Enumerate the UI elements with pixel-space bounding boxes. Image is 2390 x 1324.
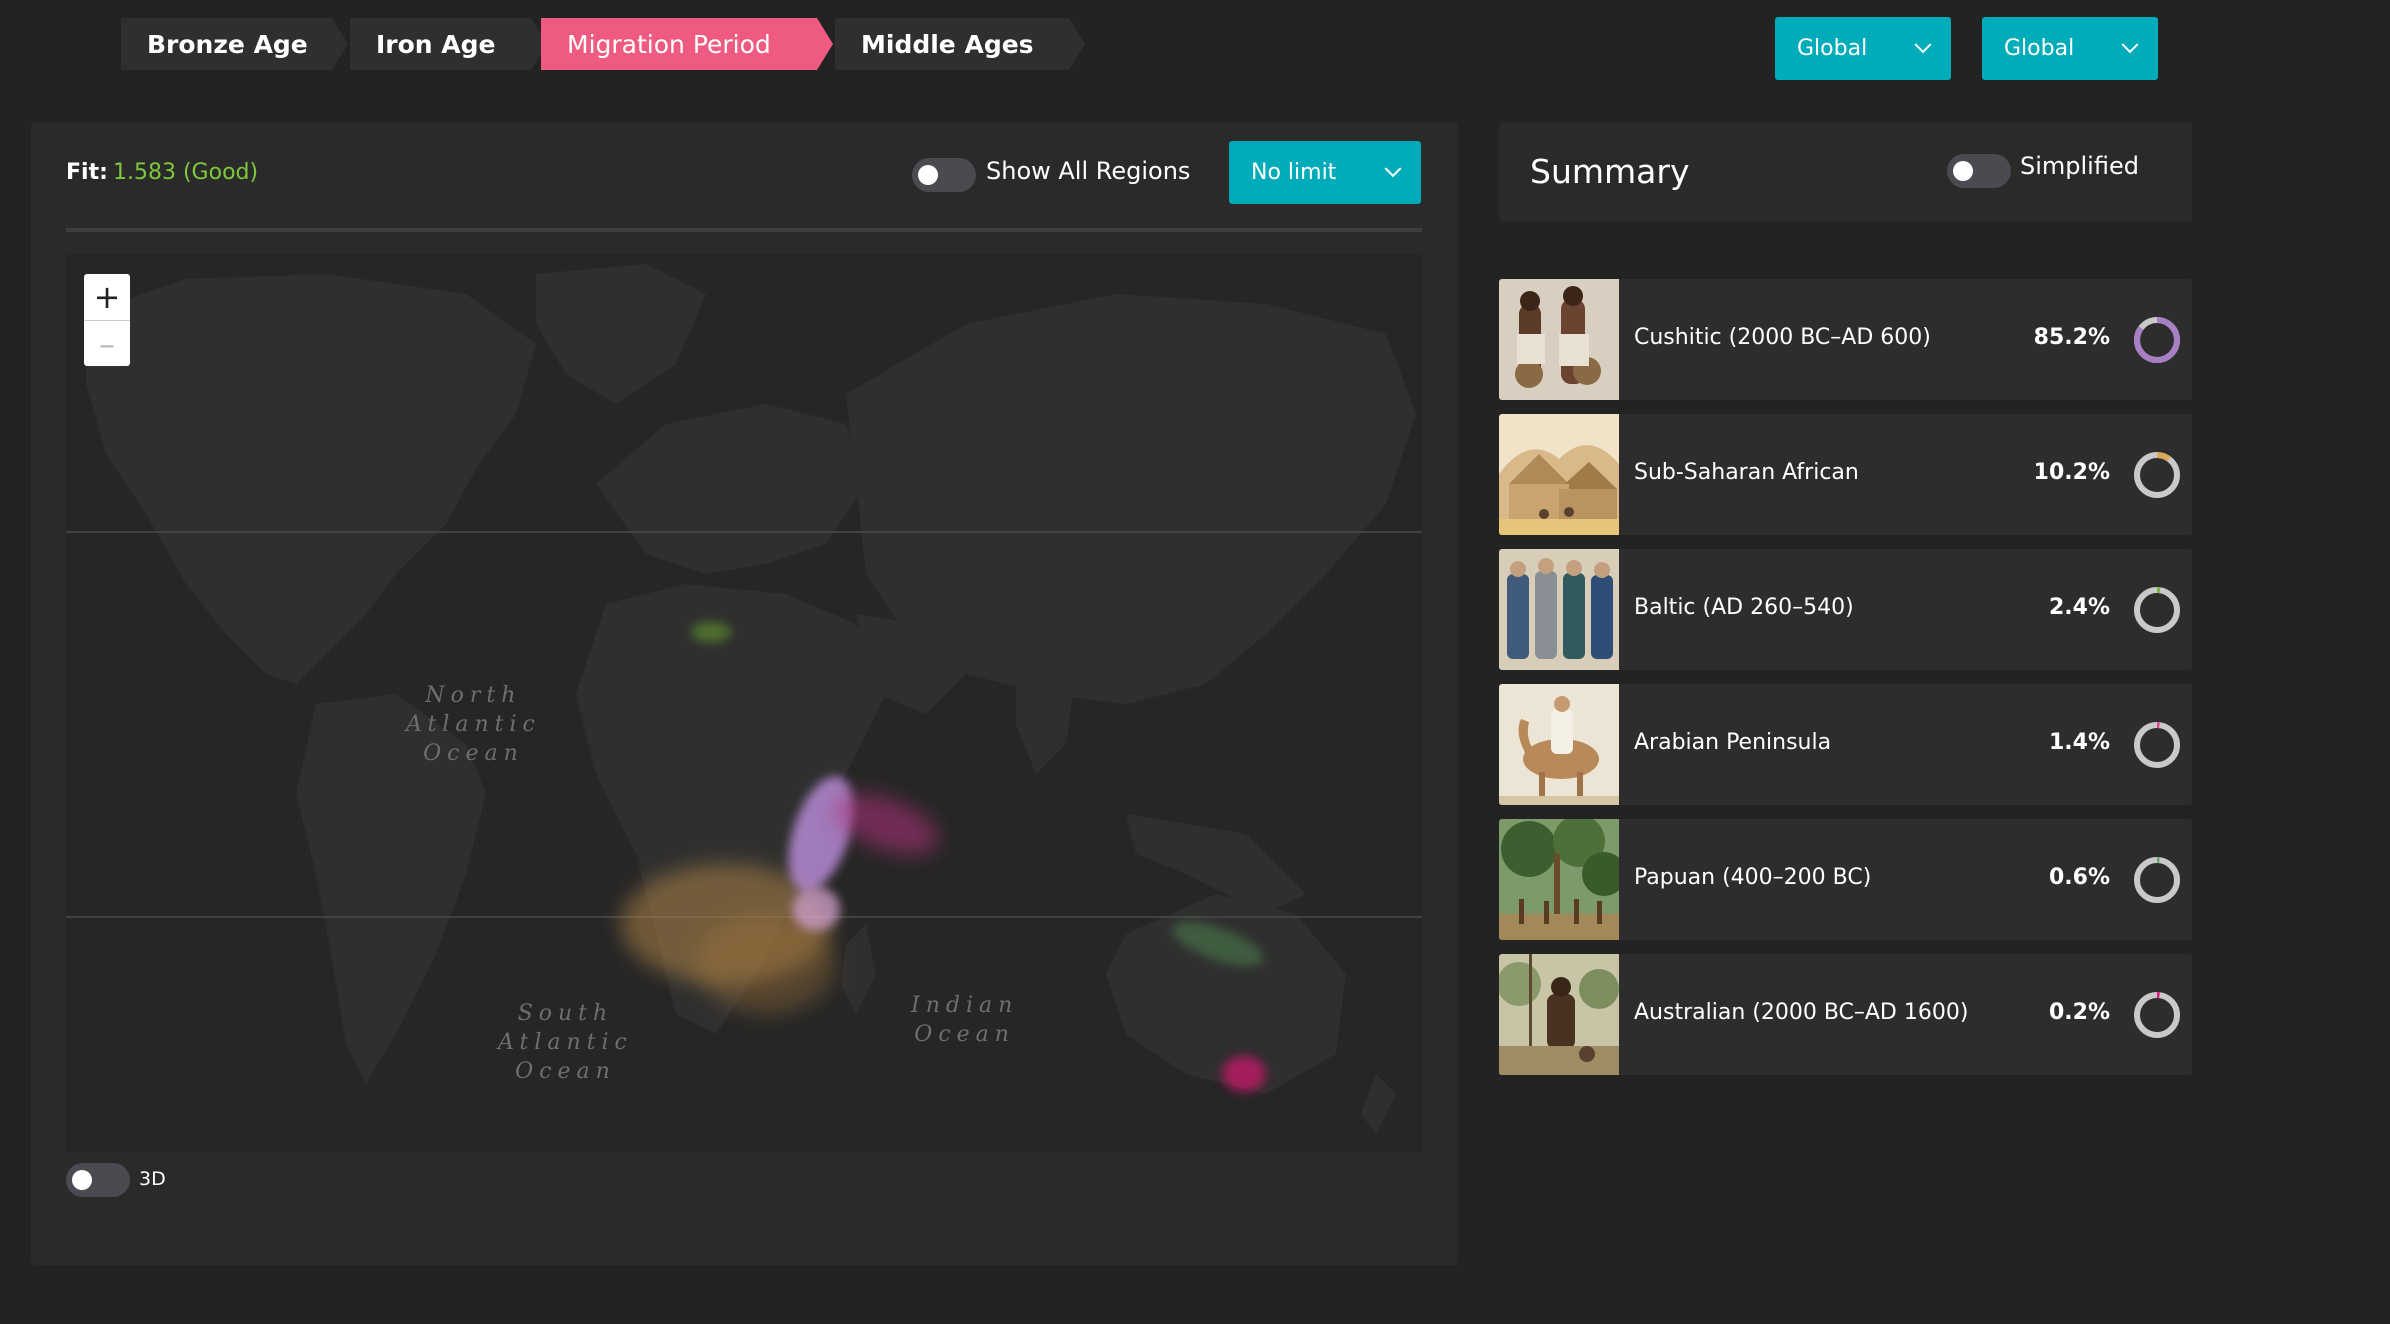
toggle-3d-label: 3D: [139, 1168, 166, 1190]
region-baltic: [691, 622, 731, 642]
tab-bronze-age[interactable]: Bronze Age: [121, 18, 348, 70]
percent-donut: [2134, 722, 2180, 768]
ocean-label-north-atlantic: North Atlantic Ocean: [406, 683, 541, 766]
region-dropdown-right-value: Global: [2004, 36, 2075, 61]
limit-dropdown-value: No limit: [1251, 160, 1337, 185]
ancestry-thumbnail: [1499, 819, 1619, 940]
percent-donut: [2134, 317, 2180, 363]
ancestry-row[interactable]: Arabian Peninsula 1.4%: [1499, 684, 2192, 805]
chevron-down-icon: [1914, 35, 1932, 53]
chevron-down-icon: [1384, 159, 1402, 177]
ancestry-percent: 10.2%: [2033, 460, 2110, 485]
region-cushitic-south: [792, 887, 840, 931]
panel-divider: [66, 228, 1422, 232]
percent-donut: [2134, 992, 2180, 1038]
toggle-knob: [918, 165, 938, 185]
toggle-knob: [1953, 161, 1973, 181]
region-dropdown-right[interactable]: Global: [1982, 17, 2158, 80]
ocean-label-indian: Indian Ocean: [911, 993, 1019, 1047]
ocean-label-south-atlantic: South Atlantic Ocean: [498, 1001, 633, 1084]
fit-value: 1.583 (Good): [113, 160, 259, 185]
region-dropdown-left-value: Global: [1797, 36, 1868, 61]
ancestry-percent: 0.2%: [2048, 1000, 2110, 1025]
percent-donut: [2134, 857, 2180, 903]
tab-migration-period[interactable]: Migration Period: [541, 18, 833, 70]
zoom-out-button[interactable]: –: [84, 320, 130, 366]
map-panel: Fit: 1.583 (Good) Show All Regions No li…: [31, 122, 1458, 1265]
show-all-regions-toggle[interactable]: [912, 158, 976, 192]
ancestry-row[interactable]: Papuan (400–200 BC) 0.6%: [1499, 819, 2192, 940]
ancestry-thumbnail: [1499, 549, 1619, 670]
simplified-toggle[interactable]: [1947, 154, 2011, 188]
ancestry-label: Australian (2000 BC–AD 1600): [1634, 1000, 1969, 1025]
world-map[interactable]: North Atlantic Ocean South Atlantic Ocea…: [66, 254, 1422, 1152]
ancestry-percent: 2.4%: [2048, 595, 2110, 620]
region-dropdown-left[interactable]: Global: [1775, 17, 1951, 80]
ancestry-label: Arabian Peninsula: [1634, 730, 1832, 755]
ancestry-row[interactable]: Australian (2000 BC–AD 1600) 0.2%: [1499, 954, 2192, 1075]
ancestry-thumbnail: [1499, 414, 1619, 535]
ancestry-row[interactable]: Cushitic (2000 BC–AD 600) 85.2%: [1499, 279, 2192, 400]
map-canvas: [66, 264, 1422, 1134]
ancestry-thumbnail: [1499, 954, 1619, 1075]
chevron-down-icon: [2121, 35, 2139, 53]
show-all-regions-label: Show All Regions: [986, 157, 1191, 185]
zoom-control: + –: [84, 274, 130, 366]
simplified-label: Simplified: [2020, 152, 2139, 180]
limit-dropdown[interactable]: No limit: [1229, 141, 1421, 204]
ancestry-thumbnail: [1499, 279, 1619, 400]
fit-label: Fit:: [66, 160, 108, 185]
toggle-3d[interactable]: [66, 1163, 130, 1197]
ancestry-percent: 85.2%: [2033, 325, 2110, 350]
ancestry-list: Cushitic (2000 BC–AD 600) 85.2% Sub-Saha…: [1499, 279, 2192, 1089]
zoom-in-button[interactable]: +: [84, 274, 130, 320]
percent-donut: [2134, 587, 2180, 633]
ancestry-percent: 0.6%: [2048, 865, 2110, 890]
ancestry-row[interactable]: Baltic (AD 260–540) 2.4%: [1499, 549, 2192, 670]
toggle-knob: [72, 1170, 92, 1190]
ancestry-percent: 1.4%: [2048, 730, 2110, 755]
ancestry-label: Sub-Saharan African: [1634, 460, 1859, 485]
percent-donut: [2134, 452, 2180, 498]
ancestry-label: Baltic (AD 260–540): [1634, 595, 1854, 620]
tab-middle-ages[interactable]: Middle Ages: [835, 18, 1085, 70]
region-australian: [1222, 1056, 1266, 1092]
summary-header: Summary Simplified: [1499, 122, 2192, 222]
ancestry-label: Cushitic (2000 BC–AD 600): [1634, 325, 1931, 350]
summary-title: Summary: [1530, 152, 1690, 191]
tab-iron-age[interactable]: Iron Age: [350, 18, 547, 70]
ancestry-thumbnail: [1499, 684, 1619, 805]
ancestry-row[interactable]: Sub-Saharan African 10.2%: [1499, 414, 2192, 535]
ancestry-label: Papuan (400–200 BC): [1634, 865, 1872, 890]
